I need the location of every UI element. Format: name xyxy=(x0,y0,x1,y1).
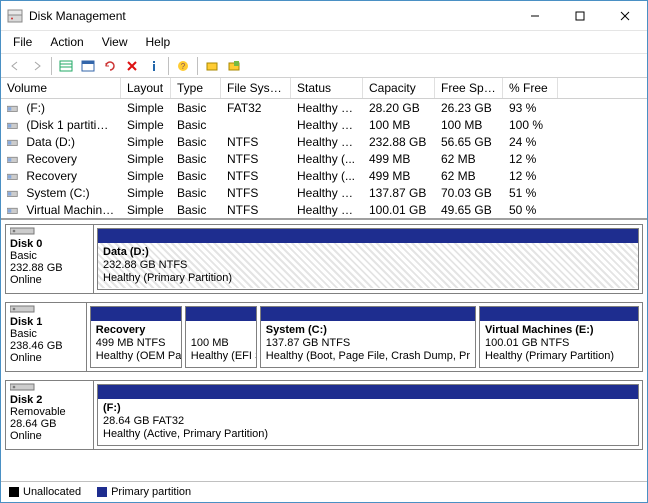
volume-list-body: (F:)SimpleBasicFAT32Healthy (A...28.20 G… xyxy=(1,99,647,218)
volume-row[interactable]: Data (D:)SimpleBasicNTFSHealthy (P...232… xyxy=(1,133,647,150)
unallocated-swatch xyxy=(9,487,19,497)
disk-info[interactable]: Disk 0Basic232.88 GBOnline xyxy=(6,225,94,293)
col-type[interactable]: Type xyxy=(171,78,221,98)
partition[interactable]: Data (D:)232.88 GB NTFSHealthy (Primary … xyxy=(97,228,639,290)
partition[interactable]: System (C:)137.87 GB NTFSHealthy (Boot, … xyxy=(260,306,476,368)
col-pctfree[interactable]: % Free xyxy=(503,78,558,98)
menubar: File Action View Help xyxy=(1,31,647,54)
volume-row[interactable]: Virtual Machines (...SimpleBasicNTFSHeal… xyxy=(1,201,647,218)
volume-list: Volume Layout Type File System Status Ca… xyxy=(1,78,647,220)
help-button[interactable]: ? xyxy=(173,56,193,76)
volume-row[interactable]: (Disk 1 partition 2)SimpleBasicHealthy (… xyxy=(1,116,647,133)
detail-view-button[interactable] xyxy=(78,56,98,76)
menu-view[interactable]: View xyxy=(94,33,136,51)
toolbar: ? xyxy=(1,54,647,78)
col-capacity[interactable]: Capacity xyxy=(363,78,435,98)
legend: Unallocated Primary partition xyxy=(1,481,647,502)
refresh-button[interactable] xyxy=(100,56,120,76)
partition[interactable]: Virtual Machines (E:)100.01 GB NTFSHealt… xyxy=(479,306,639,368)
app-icon xyxy=(7,8,23,24)
volume-row[interactable]: System (C:)SimpleBasicNTFSHealthy (B...1… xyxy=(1,184,647,201)
action-1-button[interactable] xyxy=(202,56,222,76)
partition[interactable]: (F:)28.64 GB FAT32Healthy (Active, Prima… xyxy=(97,384,639,446)
disk-info[interactable]: Disk 2Removable28.64 GBOnline xyxy=(6,381,94,449)
disk-row: Disk 0Basic232.88 GBOnlineData (D:)232.8… xyxy=(5,224,643,294)
titlebar[interactable]: Disk Management xyxy=(1,1,647,31)
close-button[interactable] xyxy=(602,1,647,30)
partition[interactable]: 100 MBHealthy (EFI Sy xyxy=(185,306,257,368)
menu-action[interactable]: Action xyxy=(42,33,91,51)
volume-row[interactable]: RecoverySimpleBasicNTFSHealthy (...499 M… xyxy=(1,150,647,167)
legend-primary: Primary partition xyxy=(97,486,191,498)
disk-management-window: Disk Management File Action View Help ? … xyxy=(0,0,648,503)
disk-info[interactable]: Disk 1Basic238.46 GBOnline xyxy=(6,303,87,371)
col-freespace[interactable]: Free Spa... xyxy=(435,78,503,98)
volume-row[interactable]: (F:)SimpleBasicFAT32Healthy (A...28.20 G… xyxy=(1,99,647,116)
nav-back-button[interactable] xyxy=(5,56,25,76)
volume-list-header: Volume Layout Type File System Status Ca… xyxy=(1,78,647,99)
legend-unallocated: Unallocated xyxy=(9,486,81,498)
graphical-disk-view: Disk 0Basic232.88 GBOnlineData (D:)232.8… xyxy=(1,220,647,481)
volume-row[interactable]: RecoverySimpleBasicNTFSHealthy (...499 M… xyxy=(1,167,647,184)
disk-row: Disk 1Basic238.46 GBOnlineRecovery499 MB… xyxy=(5,302,643,372)
action-2-button[interactable] xyxy=(224,56,244,76)
primary-swatch xyxy=(97,487,107,497)
properties-button[interactable] xyxy=(144,56,164,76)
disk-row: Disk 2Removable28.64 GBOnline(F:)28.64 G… xyxy=(5,380,643,450)
col-layout[interactable]: Layout xyxy=(121,78,171,98)
window-title: Disk Management xyxy=(29,9,512,23)
menu-help[interactable]: Help xyxy=(138,33,179,51)
menu-file[interactable]: File xyxy=(5,33,40,51)
svg-text:?: ? xyxy=(181,62,186,71)
delete-button[interactable] xyxy=(122,56,142,76)
maximize-button[interactable] xyxy=(557,1,602,30)
partition[interactable]: Recovery499 MB NTFSHealthy (OEM Partit xyxy=(90,306,182,368)
minimize-button[interactable] xyxy=(512,1,557,30)
list-view-button[interactable] xyxy=(56,56,76,76)
col-volume[interactable]: Volume xyxy=(1,78,121,98)
nav-forward-button[interactable] xyxy=(27,56,47,76)
col-status[interactable]: Status xyxy=(291,78,363,98)
col-filesystem[interactable]: File System xyxy=(221,78,291,98)
